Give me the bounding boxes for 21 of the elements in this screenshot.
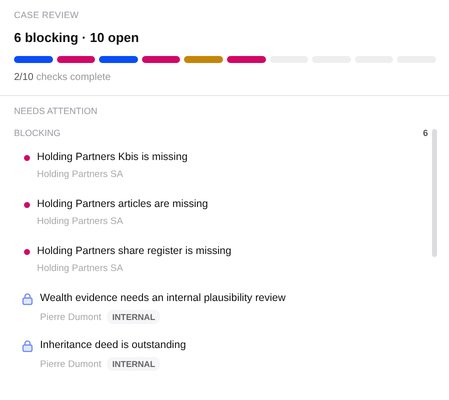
internal-tag: INTERNAL bbox=[107, 357, 160, 371]
lock-icon bbox=[22, 340, 33, 352]
progress-text: 2/10 checks complete bbox=[14, 72, 112, 83]
issue-owner: Pierre Dumont bbox=[40, 358, 102, 370]
case-summary: 6 blocking · 10 open bbox=[14, 30, 140, 45]
scrollbar[interactable] bbox=[432, 129, 437, 257]
group-label: BLOCKING bbox=[14, 128, 61, 138]
issue-owner: Holding Partners SA bbox=[37, 263, 124, 274]
issue-owner: Pierre Dumont bbox=[40, 312, 102, 322]
issue-owner: Holding Partners SA bbox=[37, 216, 124, 227]
lock-icon bbox=[22, 293, 33, 305]
issue-title[interactable]: Holding Partners share register is missing bbox=[37, 245, 232, 257]
group-count: 6 bbox=[422, 128, 428, 138]
issue-title[interactable]: Holding Partners Kbis is missing bbox=[37, 151, 188, 163]
issue-title[interactable]: Wealth evidence needs an internal plausibility review bbox=[40, 292, 286, 304]
section-label: CASE REVIEW bbox=[14, 10, 80, 20]
issue-title[interactable]: Inheritance deed is outstanding bbox=[40, 339, 186, 351]
section-heading: NEEDS ATTENTION bbox=[14, 106, 98, 116]
internal-tag: INTERNAL bbox=[107, 310, 160, 324]
issue-title[interactable]: Holding Partners articles are missing bbox=[37, 198, 208, 210]
issue-owner: Holding Partners SA bbox=[37, 169, 124, 180]
